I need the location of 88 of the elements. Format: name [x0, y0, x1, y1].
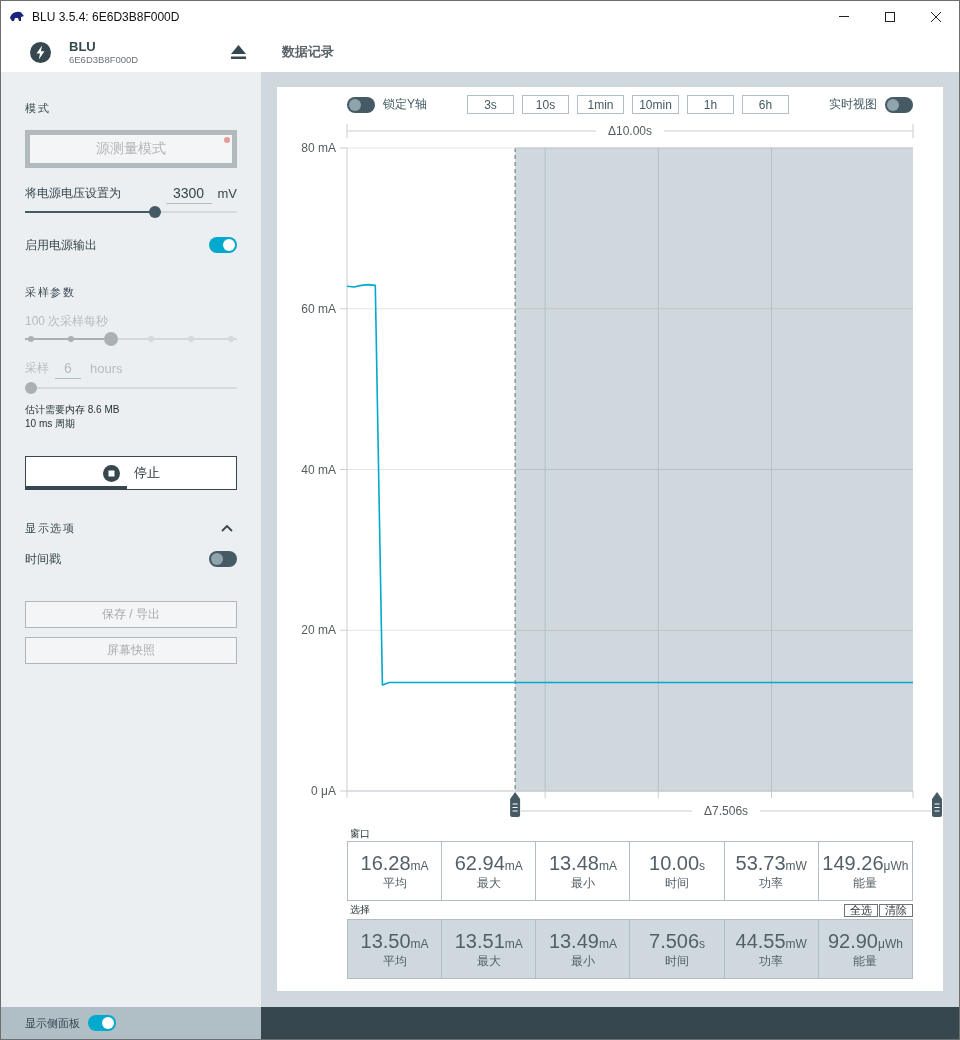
- stat-unit: mA: [598, 859, 617, 873]
- stat-unit: mW: [785, 937, 807, 951]
- stat-unit: mA: [410, 937, 429, 951]
- stat-label: 时间: [665, 954, 690, 969]
- power-output-toggle[interactable]: [209, 237, 237, 253]
- maximize-icon: [885, 11, 895, 22]
- time-window-button[interactable]: 10s: [522, 95, 569, 114]
- field-label: 将电源电压设置为: [25, 184, 122, 202]
- stop-icon: [102, 464, 120, 482]
- stat-value: 13.50: [360, 929, 411, 953]
- window-title: BLU 3.5.4: 6E6D3B8F000D: [32, 9, 180, 24]
- toggle-label: 启用电源输出: [25, 236, 97, 254]
- axis-label: 80 mA: [301, 141, 336, 155]
- time-window-button[interactable]: 1h: [687, 95, 734, 114]
- sampling-period: 10 ms 周期: [25, 417, 76, 431]
- chevron-icon[interactable]: [221, 524, 233, 532]
- stat-unit: mA: [598, 937, 617, 951]
- stat-unit: mA: [410, 859, 429, 873]
- stat-label: 最大: [476, 954, 501, 969]
- stat-value: 13.48: [548, 851, 599, 875]
- device-serial: 6E6D3B8F000D: [69, 53, 139, 66]
- stat-unit: mA: [504, 937, 523, 951]
- page-title: 数据记录: [282, 43, 334, 61]
- time-window-button[interactable]: 6h: [742, 95, 789, 114]
- stat-label: 能量: [853, 876, 878, 891]
- stat-unit: mA: [504, 859, 523, 873]
- stat-label: 最小: [570, 954, 595, 969]
- stat-value: 13.51: [454, 929, 505, 953]
- show-sidebar-toggle[interactable]: [88, 1015, 116, 1031]
- time-window-button[interactable]: 1min: [577, 95, 624, 114]
- timestamp-toggle[interactable]: [209, 551, 237, 567]
- stat-label: 最大: [476, 876, 501, 891]
- unit-label: mV: [217, 185, 237, 201]
- stat-unit: s: [699, 937, 706, 951]
- live-view-toggle[interactable]: [885, 96, 913, 113]
- toggle-label: 锁定Y轴: [383, 96, 427, 113]
- slider-thumb[interactable]: [149, 206, 161, 218]
- stat-value: 53.73: [735, 851, 786, 875]
- section-heading: 显示选项: [25, 521, 75, 536]
- axis-label: 60 mA: [301, 301, 336, 316]
- selection-span-label: Δ7.506s: [704, 804, 749, 818]
- stat-value: 7.506: [649, 929, 700, 953]
- voltage-input[interactable]: 3300: [165, 182, 212, 204]
- stat-unit: s: [699, 859, 706, 873]
- axis-label: 20 mA: [301, 623, 336, 638]
- eject-icon[interactable]: [231, 45, 246, 59]
- stat-value: 149.26: [822, 851, 884, 875]
- stat-label: 功率: [759, 954, 784, 969]
- toggle-label: 时间戳: [25, 550, 61, 568]
- device-name: BLU: [69, 38, 97, 54]
- stat-value: 10.00: [649, 851, 700, 875]
- stat-label: 能量: [853, 954, 878, 969]
- stat-value: 44.55: [735, 929, 786, 953]
- toggle-label: 实时视图: [829, 96, 877, 113]
- stats-heading: 选择: [349, 903, 370, 917]
- memory-estimate: 估计需要内存 8.6 MB: [25, 403, 121, 417]
- selection-handle[interactable]: [932, 792, 942, 817]
- stat-label: 平均: [382, 954, 407, 969]
- axis-label: 40 mA: [301, 462, 336, 477]
- section-heading: 模式: [25, 101, 51, 116]
- time-window-button[interactable]: 3s: [467, 95, 514, 114]
- stop-button[interactable]: 停止: [25, 456, 237, 490]
- section-heading: 采样参数: [25, 285, 76, 300]
- stat-value: 92.90: [827, 929, 878, 953]
- minimize-icon: [839, 16, 849, 17]
- stat-label: 功率: [759, 876, 784, 891]
- selection-button[interactable]: 全选: [844, 903, 878, 917]
- axis-label: 0 μA: [311, 784, 336, 798]
- stat-value: 62.94: [454, 851, 505, 875]
- stat-label: 最小: [570, 876, 595, 891]
- close-icon: [931, 11, 941, 22]
- indicator-dot-icon: [224, 137, 230, 143]
- selection-button[interactable]: 清除: [879, 903, 913, 917]
- lightning-bolt-icon: [30, 41, 51, 63]
- stat-unit: mW: [785, 859, 807, 873]
- stat-label: 时间: [665, 876, 690, 891]
- toggle-label: 显示侧面板: [25, 1015, 80, 1031]
- stat-unit: μWh: [877, 937, 903, 951]
- stats-heading: 窗口: [349, 826, 370, 841]
- stat-unit: μWh: [883, 859, 909, 873]
- stat-value: 16.28: [360, 851, 411, 875]
- time-window-button[interactable]: 10min: [632, 95, 679, 114]
- lock-y-axis-toggle[interactable]: [347, 96, 375, 113]
- stat-value: 13.49: [548, 929, 599, 953]
- stat-label: 平均: [382, 876, 407, 891]
- app-icon: [10, 11, 24, 22]
- time-span-label: Δ10.00s: [608, 124, 652, 138]
- selection-handle[interactable]: [510, 792, 521, 817]
